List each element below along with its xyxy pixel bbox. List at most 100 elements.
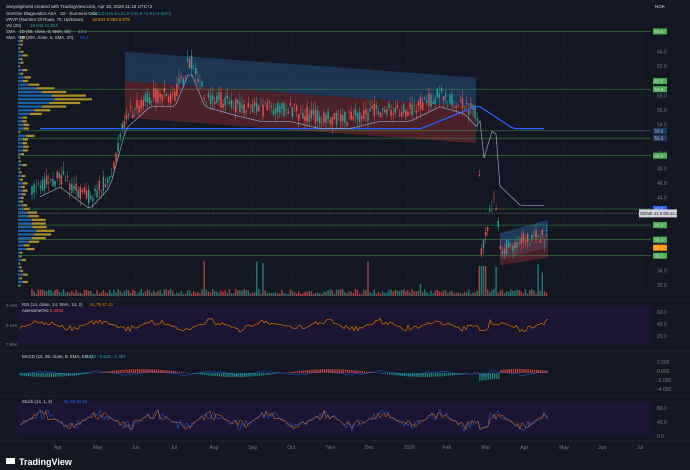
candle-body [544,242,545,243]
tradingview-logo-icon [6,458,15,464]
volume-bar [67,292,68,296]
volume-bar [439,291,440,296]
macd-histogram-bar [292,372,293,373]
candle-body [42,180,43,191]
candle-body [321,122,322,123]
macd-histogram-bar [177,372,178,373]
macd-histogram-bar [286,372,287,373]
volume-bar [101,292,102,296]
vp-bar-down [19,168,20,170]
volume-bar [537,264,538,296]
candle-body [447,106,448,107]
vp-bar-down [20,270,22,272]
time-tick: Dec [365,445,374,451]
candle-body [279,106,280,113]
volume-bar [309,291,310,296]
vp-bar-down [21,62,24,64]
volume-bar [153,291,154,296]
volume-bar [432,293,433,296]
vp-bar-down [28,215,38,217]
volume-bar [69,293,70,296]
vp-bar-up [18,146,23,148]
macd-histogram-bar [200,373,201,375]
vp-bar-down [19,47,20,49]
volume-bar [460,293,461,296]
macd-histogram-bar [259,373,260,376]
macd-histogram-bar [337,369,338,373]
macd-histogram-bar [261,373,262,376]
macd-histogram-bar [490,373,491,380]
macd-histogram-bar [450,373,451,376]
volume-bar [527,293,528,296]
macd-histogram-bar [30,373,31,376]
volume-bar [428,294,429,296]
volume-bar [348,291,349,296]
macd-histogram-bar [400,373,401,376]
vp-bar-down [22,164,26,166]
macd-histogram-bar [442,373,443,376]
volume-bar [109,290,110,296]
candle-body [348,112,349,113]
volume-bar [361,294,362,296]
candle-body [147,93,148,102]
volume-bar [411,289,412,296]
vp-bar-up [18,160,19,162]
time-tick: Sep [248,445,257,451]
macd-histogram-bar [389,373,390,375]
volume-bar [384,293,385,296]
candle-body [185,78,186,79]
macd-histogram-bar [137,369,138,373]
macd-histogram-bar [175,371,176,373]
volume-bar [80,293,81,296]
volume-bar [306,292,307,296]
vp-bar-up [18,65,19,67]
candle-body [44,178,45,189]
candle-body [388,103,389,108]
volume-bar [351,292,352,296]
macd-histogram-bar [196,373,197,374]
candle-body [403,105,404,113]
macd-histogram-bar [507,369,508,373]
volume-bar [159,290,160,296]
vp-bar-down [23,281,28,283]
macd-histogram-bar [465,373,466,374]
macd-histogram-bar [70,373,71,376]
price-tag-text: 49.8 [655,153,664,158]
candle-body [176,84,177,96]
vp-bar-down [20,277,22,279]
macd-histogram-bar [238,373,239,377]
volume-bar [187,291,188,296]
volume-bar [94,294,95,296]
candle-body [426,101,427,103]
stock-chart[interactable]: 32.034.036.038.040.042.044.046.048.050.0… [0,0,690,470]
candle-body [540,241,541,243]
macd-histogram-bar [429,373,430,377]
tradingview-brand: TradingView [19,457,73,467]
vp-bar-down [21,179,24,181]
volume-bar [369,292,370,296]
volume-bar [344,292,345,296]
volume-bar [376,294,377,296]
candle-body [235,99,236,112]
candle-body [546,230,547,231]
macd-histogram-bar [437,373,438,377]
macd-histogram-bar [278,373,279,374]
candle-body [330,120,331,124]
volume-bar [313,294,314,296]
candle-body [395,108,396,113]
macd-histogram-bar [223,373,224,377]
volume-bar [542,272,543,296]
macd-histogram-bar [439,373,440,376]
volume-bar [269,293,270,296]
candle-body [323,112,324,122]
candle-body [75,184,76,191]
candle-body [525,242,526,243]
candle-body [124,121,125,127]
volume-bar [395,290,396,296]
macd-histogram-bar [219,373,220,376]
candle-body [78,190,79,197]
macd-tick: -2.000 [657,378,671,384]
macd-histogram-bar [19,373,20,375]
macd-histogram-bar [145,369,146,373]
candle-body [298,114,299,120]
